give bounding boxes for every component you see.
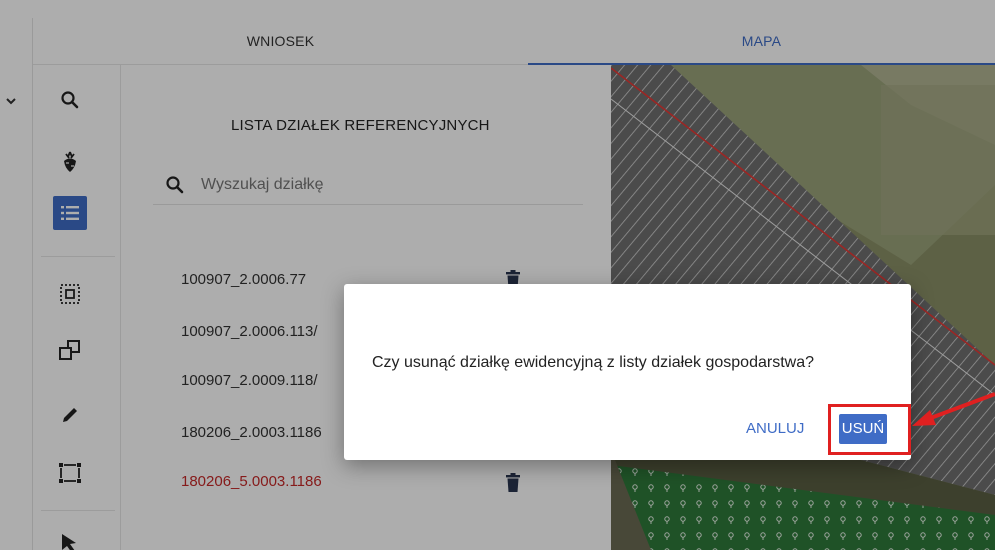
modal-overlay[interactable] xyxy=(0,0,995,550)
confirm-delete-dialog: Czy usunąć działkę ewidencyjną z listy d… xyxy=(344,284,911,460)
cancel-button[interactable]: ANULUJ xyxy=(738,414,812,444)
delete-button[interactable]: USUŃ xyxy=(839,414,887,444)
dialog-message: Czy usunąć działkę ewidencyjną z listy d… xyxy=(372,354,814,371)
app: WNIOSEK MAPA LISTA DZIAŁEK REFERENCYJNYC… xyxy=(0,0,995,550)
